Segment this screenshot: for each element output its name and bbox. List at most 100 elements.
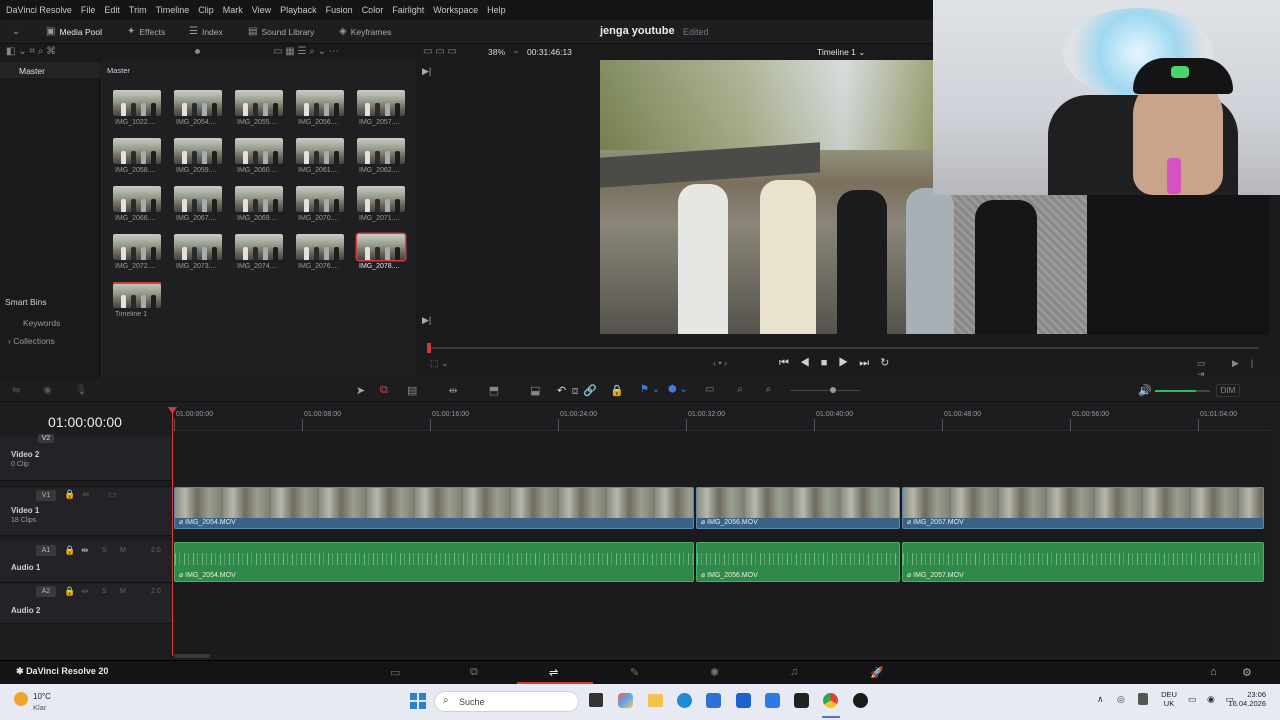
a1-tag[interactable]: A1 xyxy=(36,545,56,556)
home-icon[interactable]: ⌂ xyxy=(1210,666,1217,678)
a2-mute-button[interactable]: M xyxy=(120,588,126,595)
menu-playback[interactable]: Playback xyxy=(280,5,317,15)
zoom-level[interactable]: 38% xyxy=(488,47,505,57)
video-clip-3[interactable]: ⌀ IMG_2057.MOV xyxy=(902,487,1264,529)
clip-thumbnail[interactable] xyxy=(296,186,344,212)
clip-thumbnail[interactable] xyxy=(113,186,161,212)
selection-tool-icon[interactable]: ➤ xyxy=(356,384,365,397)
clip-thumbnail[interactable] xyxy=(357,90,405,116)
viewer-playhead[interactable] xyxy=(427,343,431,353)
v1-lock-icon[interactable]: 🔒 xyxy=(64,489,75,500)
media-page-icon[interactable]: ▭ xyxy=(390,666,400,679)
clip-thumbnail[interactable] xyxy=(113,138,161,164)
v1-visibility-icons[interactable]: ⇹ ▭ xyxy=(82,489,125,500)
edge-icon[interactable] xyxy=(677,693,692,708)
edit-page-tab[interactable]: ⇌ xyxy=(517,661,593,684)
volume-icon[interactable]: 🔊 xyxy=(1138,384,1152,397)
mail-icon[interactable] xyxy=(706,693,721,708)
a2-lock-icon[interactable]: 🔒 xyxy=(64,586,75,597)
clip-thumbnail[interactable] xyxy=(113,90,161,116)
weather-desc[interactable]: Klar xyxy=(33,703,46,712)
viewer-scrubber[interactable] xyxy=(427,347,1259,349)
clip-thumbnail[interactable] xyxy=(357,234,405,260)
a1-lock-icon[interactable]: 🔒 xyxy=(64,545,75,556)
a1-solo-button[interactable]: S xyxy=(102,547,107,554)
timeline-zoom-slider[interactable] xyxy=(790,390,860,391)
v1-tag[interactable]: V1 xyxy=(36,490,56,501)
windows-start-icon[interactable] xyxy=(410,693,426,709)
marker-icon[interactable]: ⬢ ⌄ xyxy=(668,384,688,395)
color-page-icon[interactable]: ✺ xyxy=(710,666,719,679)
play-icon[interactable]: ▶ xyxy=(838,357,859,369)
a2-link-icon[interactable]: ⇹ xyxy=(81,586,89,597)
keywords-bin[interactable]: Keywords xyxy=(23,318,60,328)
file-explorer-icon[interactable] xyxy=(648,694,663,707)
jog-control[interactable]: ‹ • › xyxy=(713,358,727,368)
audio-clip-1[interactable]: ⌀ IMG_2054.MOV xyxy=(174,542,694,582)
menu-fusion[interactable]: Fusion xyxy=(326,5,353,15)
clock[interactable]: 23:06 16.04.2026 xyxy=(1220,690,1266,708)
audio-clip-3[interactable]: ⌀ IMG_2057.MOV xyxy=(902,542,1264,582)
thumbnail-size-slider[interactable] xyxy=(195,49,200,54)
track-area[interactable]: ⌀ IMG_2054.MOV ⌀ IMG_2056.MOV ⌀ IMG_2057… xyxy=(172,432,1270,654)
collections-bin[interactable]: › Collections xyxy=(8,336,55,346)
keyframes-button[interactable]: ◈ Keyframes xyxy=(339,25,391,39)
sound-library-button[interactable]: ▤ Sound Library xyxy=(248,25,314,39)
master-bin[interactable]: Master xyxy=(0,62,100,78)
layout-icon[interactable]: ◧ ⌄ ⌗ ⌕ ⌘ xyxy=(6,46,56,57)
task-view-icon[interactable] xyxy=(589,693,603,707)
fusion-page-icon[interactable]: ✎ xyxy=(630,666,639,679)
stop-icon[interactable]: ■ xyxy=(821,357,839,369)
clip-thumbnail[interactable] xyxy=(357,138,405,164)
clip-thumbnail[interactable] xyxy=(296,90,344,116)
clip-thumbnail[interactable] xyxy=(357,186,405,212)
davinci-taskbar-icon[interactable] xyxy=(853,693,868,708)
audio-clip-2[interactable]: ⌀ IMG_2056.MOV xyxy=(696,542,900,582)
fairlight-page-icon[interactable]: ♫ xyxy=(790,666,798,678)
loop-icon[interactable]: ↻ xyxy=(880,357,900,369)
timeline-ruler[interactable]: 01:00:00:00 01:00:08:00 01:00:16:00 01:00:2… xyxy=(172,403,1270,431)
menu-clip[interactable]: Clip xyxy=(198,5,214,15)
deliver-page-icon[interactable]: 🚀 xyxy=(870,666,884,679)
settings-icon[interactable]: ⚙ xyxy=(1242,666,1252,679)
timeline-scrollbar[interactable] xyxy=(174,654,210,658)
zoom-dropdown-icon[interactable]: ⌄ xyxy=(512,45,520,56)
clip-thumbnail[interactable] xyxy=(296,234,344,260)
trim-tool-icon[interactable]: ⧉ xyxy=(380,384,388,397)
v2-tag[interactable]: V2 xyxy=(38,434,54,443)
photoshop-icon[interactable] xyxy=(765,693,780,708)
a2-tag[interactable]: A2 xyxy=(36,586,56,597)
tray-app-icon[interactable]: ◎ xyxy=(1117,694,1125,705)
linked-selection-icon[interactable]: 🔗 xyxy=(583,384,597,397)
timeline-zoom-handle[interactable] xyxy=(830,387,836,393)
clip-thumbnail[interactable] xyxy=(174,138,222,164)
current-timecode[interactable]: 01:00:00:00 xyxy=(48,414,122,430)
a2-solo-button[interactable]: S xyxy=(102,588,107,595)
copilot-icon[interactable] xyxy=(618,693,633,708)
language-indicator[interactable]: DEU UK xyxy=(1158,690,1180,708)
clip-thumbnail[interactable] xyxy=(174,234,222,260)
dim-button[interactable]: DIM xyxy=(1216,384,1240,397)
menu-davinci[interactable]: DaVinci Resolve xyxy=(6,5,72,15)
menu-timeline[interactable]: Timeline xyxy=(156,5,190,15)
view-mode-icons[interactable]: ▭ ▦ ☰ ⌕ ⌄ ⋯ xyxy=(273,46,339,57)
tray-app2-icon[interactable] xyxy=(1138,693,1148,705)
position-lock-icon[interactable]: 🔒 xyxy=(610,384,624,397)
menu-edit[interactable]: Edit xyxy=(104,5,120,15)
taskbar-search[interactable]: ⌕ Suche xyxy=(434,691,579,712)
a1-link-icon[interactable]: ⇹ xyxy=(81,545,89,556)
clip-thumbnail[interactable] xyxy=(235,186,283,212)
volume-slider-track[interactable] xyxy=(1155,390,1210,392)
timeline-view-icons[interactable]: ⇋ ◉ 🎙 xyxy=(12,385,97,396)
index-button[interactable]: ☰ Index xyxy=(189,25,223,39)
clip-thumbnail[interactable] xyxy=(235,138,283,164)
tray-chevron-icon[interactable]: ∧ xyxy=(1097,694,1104,705)
menu-color[interactable]: Color xyxy=(362,5,384,15)
play-source-icon[interactable]: ▶| xyxy=(422,66,431,77)
menu-workspace[interactable]: Workspace xyxy=(433,5,478,15)
menu-help[interactable]: Help xyxy=(487,5,506,15)
go-to-end-icon[interactable]: ⏭ xyxy=(859,357,880,369)
timeline-selector[interactable]: Timeline 1 ⌄ xyxy=(817,47,865,58)
clip-thumbnail[interactable] xyxy=(113,282,161,308)
timeline-playhead[interactable] xyxy=(172,410,173,656)
